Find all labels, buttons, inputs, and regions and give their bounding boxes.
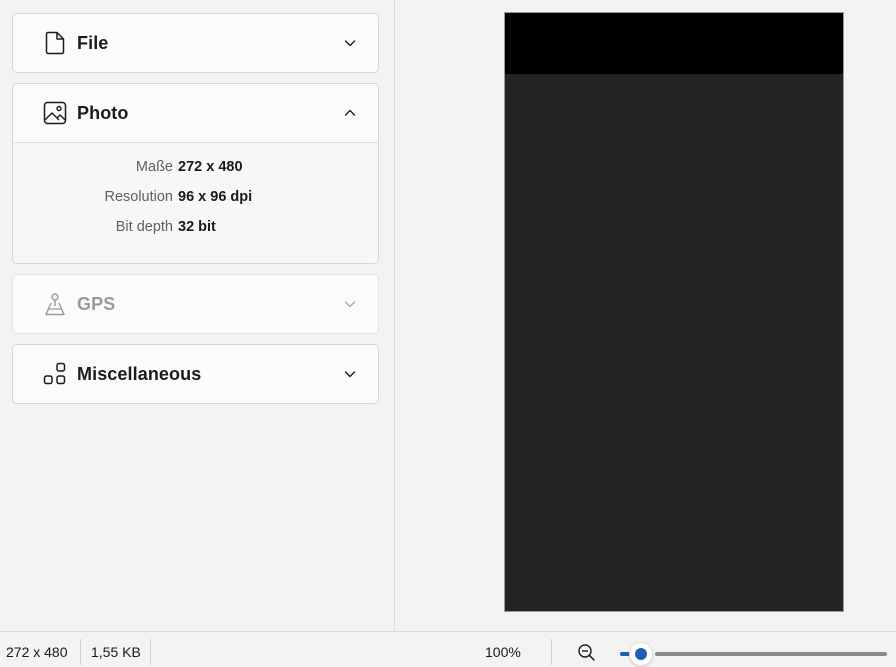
- chevron-up-icon: [342, 105, 358, 121]
- map-pin-icon: [43, 292, 67, 316]
- zoom-percentage[interactable]: 100%: [485, 644, 521, 660]
- zoom-out-button[interactable]: [576, 642, 598, 664]
- zoom-slider-thumb[interactable]: [629, 642, 653, 666]
- photo-panel-header[interactable]: Photo: [13, 84, 378, 142]
- image-preview-header-region: [505, 13, 843, 74]
- status-dimensions: 272 x 480: [6, 644, 68, 660]
- property-row-bit-depth: Bit depth 32 bit: [13, 219, 378, 249]
- status-separator: [80, 639, 81, 665]
- zoom-out-icon: [578, 644, 595, 661]
- status-file-size: 1,55 KB: [91, 644, 141, 660]
- misc-panel-header[interactable]: Miscellaneous: [13, 345, 378, 403]
- property-label: Resolution: [104, 189, 173, 205]
- status-separator: [551, 639, 552, 665]
- misc-panel-title: Miscellaneous: [77, 363, 202, 384]
- zoom-slider-track[interactable]: [655, 652, 887, 656]
- property-value: 32 bit: [178, 219, 216, 235]
- file-panel-title: File: [77, 32, 109, 53]
- file-panel-header[interactable]: File: [13, 14, 378, 72]
- gps-panel-title: GPS: [77, 293, 116, 314]
- file-panel: File: [12, 13, 379, 73]
- image-icon: [43, 101, 67, 125]
- chevron-down-icon: [342, 35, 358, 51]
- chevron-down-icon: [342, 366, 358, 382]
- document-icon: [43, 31, 67, 55]
- pane-divider[interactable]: [394, 0, 395, 631]
- photo-panel: Photo Maße 272 x 480 Resolution 96 x 96 …: [12, 83, 379, 264]
- photo-panel-title: Photo: [77, 102, 129, 123]
- property-value: 272 x 480: [178, 159, 243, 175]
- property-label: Bit depth: [115, 219, 173, 235]
- property-row-resolution: Resolution 96 x 96 dpi: [13, 189, 378, 219]
- chevron-down-icon: [342, 296, 358, 312]
- properties-pane: File Photo Maße 272 x 480 Resolution 96 …: [0, 0, 394, 631]
- misc-panel: Miscellaneous: [12, 344, 379, 404]
- image-preview[interactable]: [504, 12, 844, 612]
- photo-panel-body: Maße 272 x 480 Resolution 96 x 96 dpi Bi…: [13, 142, 378, 263]
- property-value: 96 x 96 dpi: [178, 189, 253, 205]
- property-label: Maße: [135, 159, 173, 175]
- gps-panel-header: GPS: [13, 275, 378, 333]
- image-viewer-app: File Photo Maße 272 x 480 Resolution 96 …: [0, 0, 896, 667]
- gps-panel: GPS: [12, 274, 379, 334]
- status-separator: [150, 639, 151, 665]
- apps-icon: [43, 362, 67, 386]
- status-bar: 272 x 480 1,55 KB 100%: [0, 631, 896, 667]
- property-row-dimensions: Maße 272 x 480: [13, 159, 378, 189]
